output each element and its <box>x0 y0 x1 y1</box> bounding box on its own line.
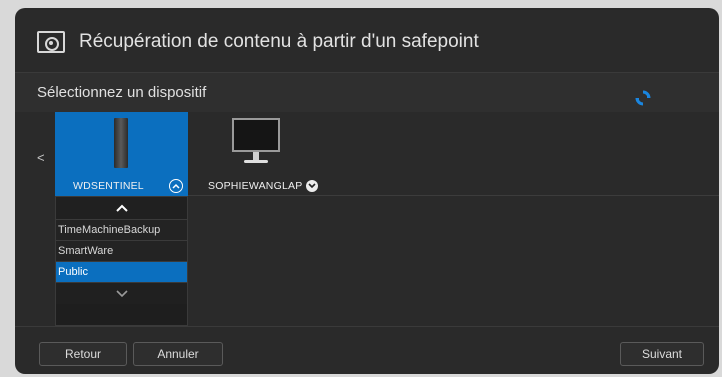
nas-tower-icon <box>114 118 128 168</box>
scroll-down-button[interactable] <box>56 282 187 304</box>
device-label: WDSENTINEL <box>73 180 144 192</box>
next-button[interactable]: Suivant <box>620 342 704 366</box>
safepoint-dialog: Récupération de contenu à partir d'un sa… <box>15 8 719 374</box>
device-section-header: Sélectionnez un dispositif <box>15 72 719 112</box>
refresh-icon[interactable] <box>635 90 651 106</box>
divider <box>188 195 719 196</box>
share-list: TimeMachineBackup SmartWare Public <box>55 196 188 326</box>
back-button[interactable]: Retour <box>39 342 127 366</box>
section-title: Sélectionnez un dispositif <box>37 84 207 101</box>
safepoint-drive-icon <box>37 31 65 53</box>
scroll-left-arrow[interactable]: < <box>37 150 45 165</box>
device-tile-wdsentinel[interactable]: WDSENTINEL <box>55 112 188 196</box>
share-item-public[interactable]: Public <box>56 261 187 282</box>
expand-chevron-icon[interactable] <box>306 180 318 192</box>
cancel-button[interactable]: Annuler <box>133 342 223 366</box>
share-item-smartware[interactable]: SmartWare <box>56 240 187 261</box>
share-item-timemachinebackup[interactable]: TimeMachineBackup <box>56 219 187 240</box>
device-label[interactable]: SOPHIEWANGLAP <box>208 180 302 192</box>
monitor-icon[interactable] <box>232 118 280 168</box>
dialog-title: Récupération de contenu à partir d'un sa… <box>79 31 479 52</box>
chevron-up-icon <box>115 204 128 212</box>
dialog-header: Récupération de contenu à partir d'un sa… <box>37 28 479 56</box>
collapse-chevron-icon[interactable] <box>169 179 183 193</box>
footer-divider <box>15 326 719 327</box>
chevron-down-icon <box>115 290 128 298</box>
scroll-up-button[interactable] <box>56 197 187 219</box>
